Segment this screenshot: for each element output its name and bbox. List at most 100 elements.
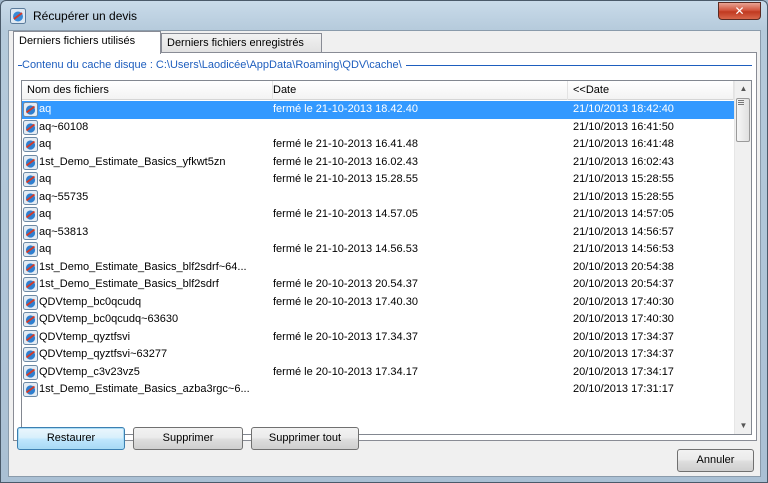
- column-header-filename[interactable]: Nom des fichiers: [22, 81, 273, 100]
- table-row[interactable]: 1st_Demo_Estimate_Basics_azba3rgc~6... 20…: [22, 381, 734, 399]
- table-row[interactable]: QDVtemp_qyztfsvi~63277 20/10/2013 17:34:3…: [22, 346, 734, 364]
- row-filename: 1st_Demo_Estimate_Basics_azba3rgc~6...: [39, 383, 250, 395]
- row-closed-status: fermé le 20-10-2013 17.40.30: [273, 295, 418, 308]
- restore-button[interactable]: Restaurer: [17, 427, 125, 450]
- table-row[interactable]: aq~53813 21/10/2013 14:56:57: [22, 224, 734, 242]
- qdv-file-icon: [23, 172, 38, 187]
- row-filename: QDVtemp_qyztfsvi: [39, 330, 131, 343]
- row-date: 20/10/2013 17:40:30: [573, 295, 674, 308]
- table-row[interactable]: aq fermé le 21-10-2013 14.56.53 21/10/2013…: [22, 241, 734, 259]
- row-filename: QDVtemp_bc0qcudq~63630: [39, 313, 179, 325]
- recover-quote-dialog: Récupérer un devis ✕ Derniers fichiers u…: [0, 0, 768, 483]
- table-row[interactable]: aq~60108 21/10/2013 16:41:50: [22, 119, 734, 137]
- row-closed-status: fermé le 21-10-2013 16.02.43: [273, 155, 418, 168]
- row-date: 21/10/2013 16:41:50: [573, 120, 674, 133]
- row-date: 21/10/2013 15:28:55: [573, 173, 674, 185]
- tab-recent-used[interactable]: Derniers fichiers utilisés: [13, 31, 161, 54]
- row-date: 20/10/2013 17:34:17: [573, 365, 674, 378]
- table-row[interactable]: QDVtemp_qyztfsvi fermé le 20-10-2013 17.3…: [22, 329, 734, 347]
- tab-recent-saved[interactable]: Derniers fichiers enregistrés: [161, 33, 322, 54]
- close-button[interactable]: ✕: [718, 2, 761, 20]
- table-row[interactable]: aq fermé le 21-10-2013 18.42.40 21/10/2013…: [22, 101, 734, 119]
- tab-panel: Contenu du cache disque : C:\Users\Laodi…: [13, 52, 757, 441]
- qdv-file-icon: [23, 119, 38, 135]
- qdv-file-icon: [23, 189, 38, 205]
- window-title: Récupérer un devis: [33, 9, 138, 23]
- table-row[interactable]: QDVtemp_c3v23vz5 fermé le 20-10-2013 17.3…: [22, 364, 734, 382]
- qdv-file-icon: [23, 364, 38, 380]
- row-filename: aq~60108: [39, 120, 89, 133]
- table-row[interactable]: aq fermé le 21-10-2013 16.41.48 21/10/2013…: [22, 136, 734, 154]
- table-row[interactable]: aq~55735 21/10/2013 15:28:55: [22, 189, 734, 207]
- row-closed-status: fermé le 20-10-2013 17.34.37: [273, 330, 418, 343]
- table-row[interactable]: 1st_Demo_Estimate_Basics_blf2sdrf fermé l…: [22, 276, 734, 294]
- dialog-client-area: Derniers fichiers utilisés Derniers fich…: [8, 30, 761, 477]
- row-filename: aq: [39, 243, 52, 255]
- qdv-file-icon: [23, 382, 38, 397]
- row-filename: QDVtemp_bc0qcudq: [39, 295, 142, 308]
- row-date: 21/10/2013 14:56:57: [573, 225, 674, 238]
- row-filename: aq: [39, 138, 52, 150]
- row-date: 21/10/2013 14:56:53: [573, 243, 674, 255]
- row-date: 20/10/2013 17:34:37: [573, 348, 674, 360]
- qdv-file-icon: [23, 242, 38, 257]
- row-date: 20/10/2013 20:54:37: [573, 278, 674, 290]
- qdv-file-icon: [23, 154, 38, 170]
- qdv-file-icon: [23, 137, 38, 152]
- vertical-scrollbar[interactable]: ▲ ▼: [734, 81, 751, 434]
- row-closed-status: fermé le 21-10-2013 16.41.48: [273, 138, 418, 150]
- row-filename: 1st_Demo_Estimate_Basics_yfkwt5zn: [39, 155, 226, 168]
- table-row[interactable]: 1st_Demo_Estimate_Basics_blf2sdrf~64... 2…: [22, 259, 734, 277]
- list-rows: aq fermé le 21-10-2013 18.42.40 21/10/2013…: [22, 101, 734, 399]
- row-closed-status: fermé le 20-10-2013 20.54.37: [273, 278, 418, 290]
- row-date: 21/10/2013 18:42:40: [573, 103, 674, 115]
- row-filename: QDVtemp_qyztfsvi~63277: [39, 348, 168, 360]
- qdv-file-icon: [23, 294, 38, 310]
- row-filename: aq~53813: [39, 225, 89, 238]
- table-row[interactable]: QDVtemp_bc0qcudq~63630 20/10/2013 17:40:3…: [22, 311, 734, 329]
- row-closed-status: fermé le 20-10-2013 17.34.17: [273, 365, 418, 378]
- row-date: 21/10/2013 15:28:55: [573, 190, 674, 203]
- qdv-file-icon: [23, 224, 38, 240]
- file-list[interactable]: Nom des fichiers Date <<Date aq fermé le …: [21, 80, 752, 435]
- title-bar[interactable]: Récupérer un devis ✕: [1, 1, 767, 29]
- row-filename: QDVtemp_c3v23vz5: [39, 365, 140, 378]
- list-header: Nom des fichiers Date <<Date: [22, 81, 734, 100]
- table-row[interactable]: 1st_Demo_Estimate_Basics_yfkwt5zn fermé l…: [22, 154, 734, 172]
- row-date: 21/10/2013 14:57:05: [573, 208, 674, 220]
- delete-button[interactable]: Supprimer: [133, 427, 243, 450]
- qdv-file-icon: [23, 277, 38, 292]
- row-date: 20/10/2013 20:54:38: [573, 260, 674, 273]
- row-filename: 1st_Demo_Estimate_Basics_blf2sdrf: [39, 278, 219, 290]
- qdv-file-icon: [23, 102, 38, 117]
- row-date: 20/10/2013 17:34:37: [573, 330, 674, 343]
- qdv-file-icon: [23, 312, 38, 327]
- column-header-sort-date[interactable]: <<Date: [568, 81, 734, 100]
- row-date: 20/10/2013 17:31:17: [573, 383, 674, 395]
- table-row[interactable]: QDVtemp_bc0qcudq fermé le 20-10-2013 17.4…: [22, 294, 734, 312]
- row-filename: aq~55735: [39, 190, 89, 203]
- table-row[interactable]: aq fermé le 21-10-2013 14.57.05 21/10/2013…: [22, 206, 734, 224]
- cache-path-label: Contenu du cache disque : C:\Users\Laodi…: [22, 59, 406, 71]
- row-closed-status: fermé le 21-10-2013 18.42.40: [273, 103, 418, 115]
- delete-all-button[interactable]: Supprimer tout: [251, 427, 359, 450]
- scroll-up-button[interactable]: ▲: [736, 81, 751, 97]
- qdv-file-icon: [23, 347, 38, 362]
- scroll-down-button[interactable]: ▼: [736, 418, 751, 434]
- row-date: 21/10/2013 16:41:48: [573, 138, 674, 150]
- qdv-file-icon: [23, 259, 38, 275]
- row-closed-status: fermé le 21-10-2013 14.56.53: [273, 243, 418, 255]
- row-filename: aq: [39, 208, 52, 220]
- scroll-grip-icon: [738, 100, 744, 105]
- qdv-file-icon: [23, 207, 38, 222]
- row-filename: aq: [39, 173, 52, 185]
- qdv-file-icon: [23, 329, 38, 345]
- table-row[interactable]: aq fermé le 21-10-2013 15.28.55 21/10/2013…: [22, 171, 734, 189]
- column-header-date[interactable]: Date: [268, 81, 568, 100]
- row-date: 21/10/2013 16:02:43: [573, 155, 674, 168]
- row-closed-status: fermé le 21-10-2013 14.57.05: [273, 208, 418, 220]
- cancel-button[interactable]: Annuler: [677, 449, 754, 472]
- row-filename: aq: [39, 103, 52, 115]
- row-filename: 1st_Demo_Estimate_Basics_blf2sdrf~64...: [39, 260, 247, 273]
- row-closed-status: fermé le 21-10-2013 15.28.55: [273, 173, 418, 185]
